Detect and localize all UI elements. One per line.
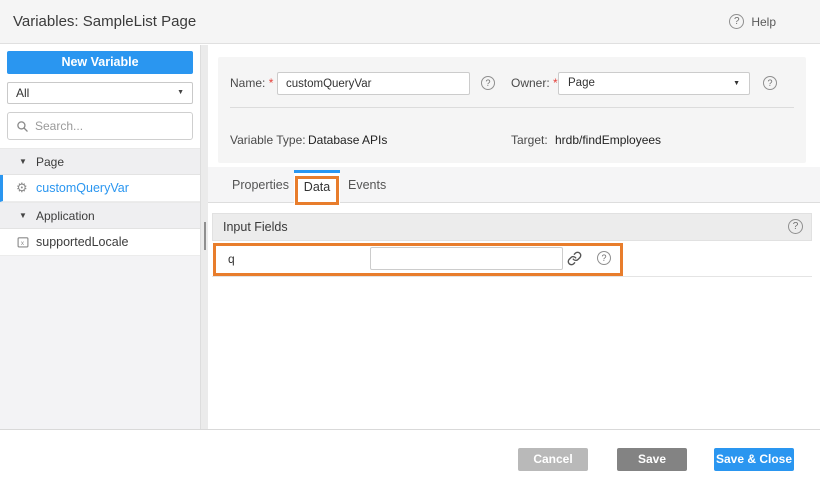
detail-tabbar: Properties Data Events (208, 167, 820, 203)
owner-label: Owner: * (511, 76, 558, 90)
sidebar-scrollbar[interactable] (200, 45, 208, 429)
tree-item-label: supportedLocale (36, 229, 128, 255)
input-fields-title: Input Fields (223, 220, 288, 234)
dialog-footer: Cancel Save Save & Close (0, 429, 820, 489)
required-asterisk: * (269, 76, 274, 90)
variable-icon: x (16, 235, 30, 249)
filter-selected-value: All (16, 86, 29, 100)
dialog-header: Variables: SampleList Page ? Help (0, 0, 820, 44)
search-icon (16, 120, 29, 133)
tree-group-application[interactable]: ▼ Application (0, 202, 200, 229)
name-help-icon[interactable]: ? (481, 76, 495, 90)
variable-summary-form: Name: * ? Owner: * Page ▼ ? Variable Typ… (218, 57, 806, 163)
target-label: Target: (511, 133, 548, 147)
help-circle-icon: ? (729, 14, 744, 29)
save-button[interactable]: Save (617, 448, 687, 471)
field-label-q: q (228, 241, 235, 277)
input-fields-section: Input Fields ? q ? (212, 213, 812, 277)
target-value: hrdb/findEmployees (555, 133, 661, 147)
sidebar-empty-area (0, 256, 200, 429)
variable-type-value: Database APIs (308, 133, 387, 147)
variable-detail-panel: Name: * ? Owner: * Page ▼ ? Variable Typ… (208, 45, 820, 429)
scrollbar-thumb[interactable] (204, 222, 206, 250)
owner-help-icon[interactable]: ? (763, 76, 777, 90)
tree-item-label: customQueryVar (36, 175, 129, 201)
variable-search[interactable] (7, 112, 193, 140)
save-and-close-button[interactable]: Save & Close (714, 448, 794, 471)
variables-sidebar: New Variable All ▼ ▼ Page ⚙ customQueryV… (0, 45, 200, 429)
input-fields-header: Input Fields ? (212, 213, 812, 241)
tab-events[interactable]: Events (348, 167, 386, 203)
svg-text:x: x (21, 240, 25, 247)
chevron-down-icon: ▼ (733, 73, 740, 94)
form-divider (230, 107, 794, 108)
name-input[interactable] (277, 72, 470, 95)
new-variable-button[interactable]: New Variable (7, 51, 193, 74)
tree-item-supportedlocale[interactable]: x supportedLocale (0, 229, 200, 256)
variable-type-label: Variable Type: (230, 133, 306, 147)
required-asterisk: * (553, 76, 558, 90)
q-help-icon[interactable]: ? (597, 251, 611, 265)
search-input[interactable] (35, 119, 175, 133)
collapse-caret-icon[interactable]: ▼ (19, 203, 27, 229)
collapse-caret-icon[interactable]: ▼ (19, 149, 27, 175)
tree-group-label: Page (36, 149, 64, 175)
chevron-down-icon: ▼ (177, 83, 184, 103)
tab-properties[interactable]: Properties (232, 167, 289, 203)
name-label: Name: * (230, 76, 273, 90)
tree-group-label: Application (36, 203, 95, 229)
page-title: Variables: SampleList Page (13, 13, 196, 30)
help-label: Help (751, 15, 776, 29)
input-field-row-q: q ? (212, 241, 812, 277)
variables-dialog: Variables: SampleList Page ? Help New Va… (0, 0, 820, 489)
cancel-button[interactable]: Cancel (518, 448, 588, 471)
tree-item-customqueryvar[interactable]: ⚙ customQueryVar (0, 175, 200, 202)
owner-selected-value: Page (568, 77, 595, 89)
tree-group-page[interactable]: ▼ Page (0, 148, 200, 175)
owner-select[interactable]: Page ▼ (558, 72, 750, 95)
gear-icon: ⚙ (16, 181, 30, 195)
help-link[interactable]: ? Help (729, 14, 776, 29)
q-value-input[interactable] (370, 247, 563, 270)
variable-filter-select[interactable]: All ▼ (7, 82, 193, 104)
tab-data[interactable]: Data (294, 170, 340, 203)
input-fields-help-icon[interactable]: ? (788, 219, 803, 234)
bind-link-icon[interactable] (567, 251, 582, 266)
